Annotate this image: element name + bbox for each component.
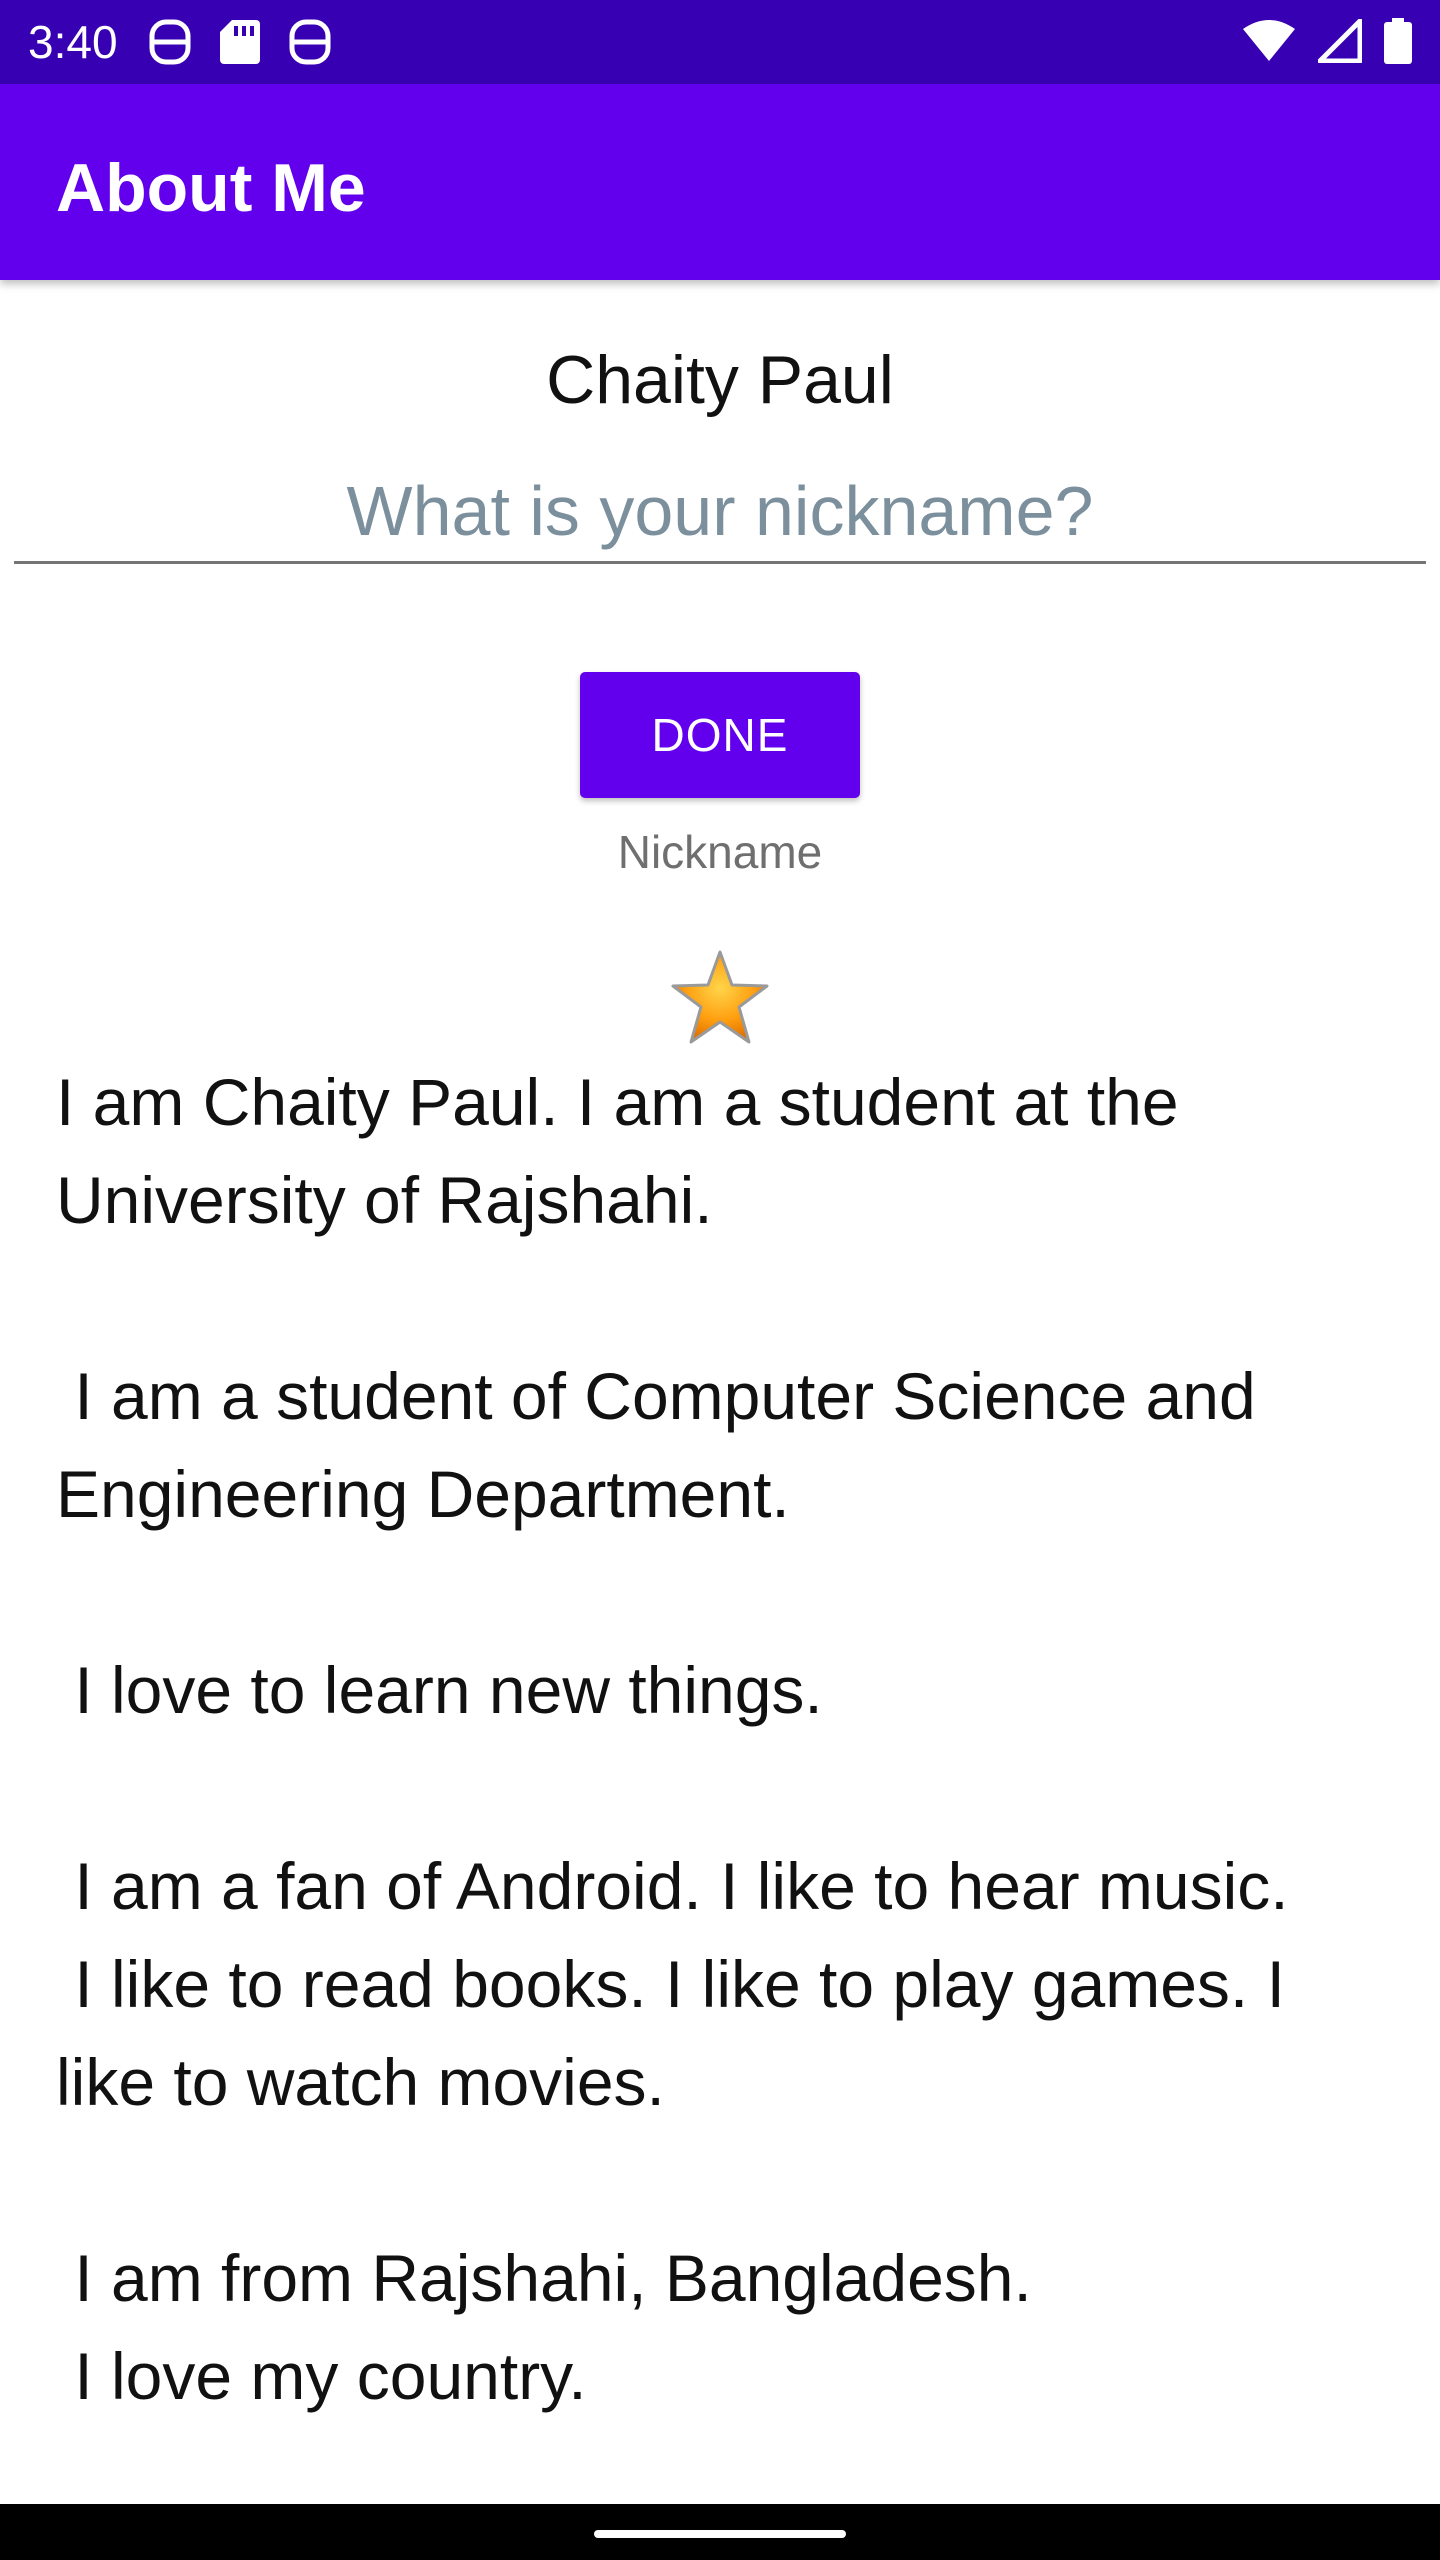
star-icon (671, 950, 769, 1044)
nickname-input[interactable] (14, 460, 1426, 564)
bio-text: I am Chaity Paul. I am a student at the … (56, 1065, 1289, 2413)
nickname-text: Nickname (617, 826, 823, 878)
device-check-icon (148, 18, 192, 66)
system-icons (1242, 18, 1412, 64)
status-bar: 3:40 (0, 0, 1440, 84)
app-bar: About Me (0, 84, 1440, 280)
cell-signal-icon (1318, 19, 1362, 63)
wifi-icon (1242, 19, 1296, 63)
device-check-icon (288, 18, 332, 66)
notification-icons (148, 18, 332, 66)
status-time: 3:40 (28, 16, 118, 68)
battery-icon (1384, 18, 1412, 64)
home-handle[interactable] (594, 2530, 846, 2538)
sd-card-icon (218, 18, 262, 66)
profile-name: Chaity Paul (546, 342, 894, 418)
app-title: About Me (56, 150, 366, 226)
done-button[interactable]: DONE (580, 672, 860, 798)
